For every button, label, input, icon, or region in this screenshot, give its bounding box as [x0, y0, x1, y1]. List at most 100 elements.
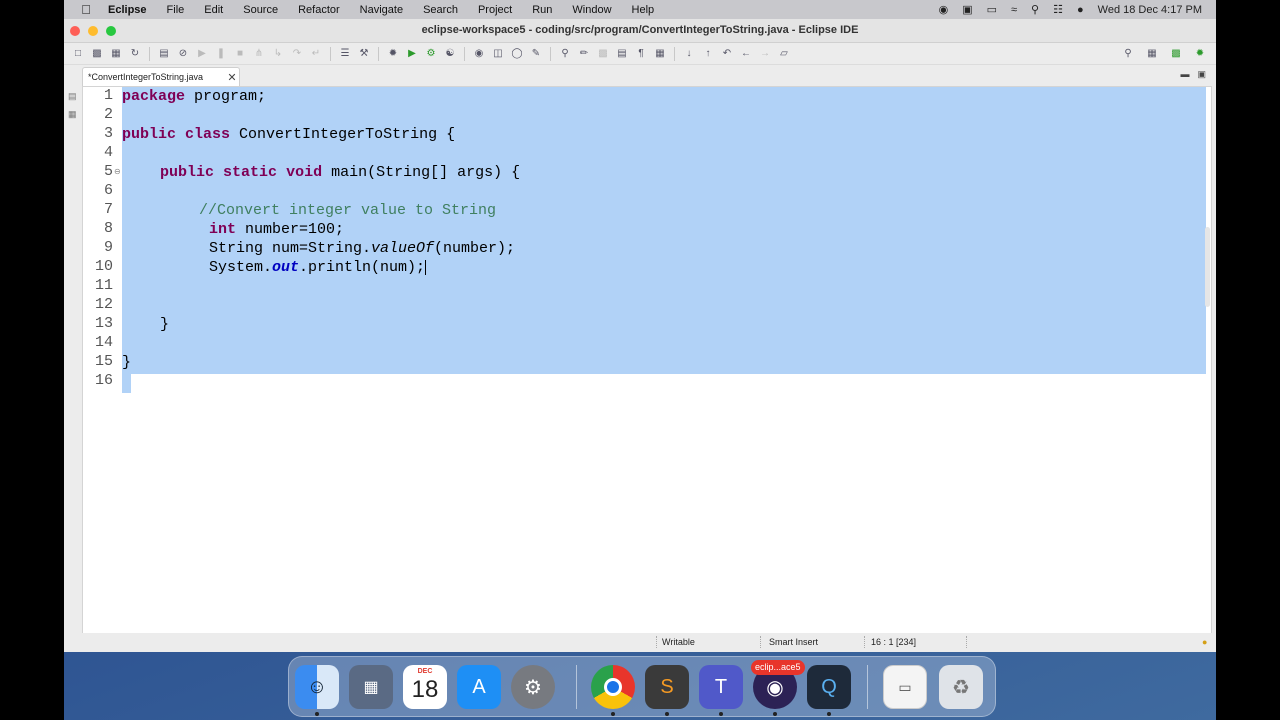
window-title-bar: eclipse-workspace5 - coding/src/program/… [64, 19, 1216, 43]
new-java-project-icon[interactable]: ◉ [471, 46, 487, 62]
apple-menu-icon[interactable]:  [64, 2, 108, 17]
new-class-icon[interactable]: ◯ [509, 46, 525, 62]
open-task-icon[interactable]: ✎ [528, 46, 544, 62]
menu-help[interactable]: Help [622, 4, 665, 16]
open-type-icon[interactable]: ☰ [337, 46, 353, 62]
toolbar-divider [330, 46, 331, 61]
last-edit-location-icon[interactable]: ↶ [719, 46, 735, 62]
tools-icon[interactable]: ⚒ [356, 46, 372, 62]
system-preferences-icon[interactable]: ⚙ [511, 665, 555, 709]
new-icon[interactable]: □ [70, 46, 86, 62]
skip-breakpoints-icon[interactable]: ⊘ [175, 46, 191, 62]
code-area[interactable]: package program; public class ConvertInt… [122, 87, 1206, 634]
toolbar-divider [464, 46, 465, 61]
fold-collapse-icon[interactable]: ⊖ [114, 167, 121, 176]
control-center-icon[interactable]: ☷ [1053, 3, 1063, 16]
code-text: main(String[] args) { [322, 164, 521, 181]
record-icon[interactable]: ◉ [939, 3, 949, 16]
menu-window[interactable]: Window [562, 4, 621, 16]
terminal-icon[interactable]: ▤ [156, 46, 172, 62]
menu-search[interactable]: Search [413, 4, 468, 16]
forward-icon[interactable]: → [757, 46, 773, 62]
teams-icon[interactable]: T [699, 665, 743, 709]
debug-perspective-icon[interactable]: ✹ [1192, 46, 1208, 62]
step-into-icon[interactable]: ↳ [270, 46, 286, 62]
wifi-icon[interactable]: ≈ [1011, 4, 1017, 16]
calendar-month: DEC [417, 668, 433, 675]
save-all-icon[interactable]: ▦ [108, 46, 124, 62]
search-tool-icon[interactable]: ⚲ [557, 46, 573, 62]
menu-project[interactable]: Project [468, 4, 522, 16]
restore-icon[interactable]: ▤ [68, 91, 77, 102]
app-menu[interactable]: Eclipse [108, 4, 157, 16]
status-divider [656, 636, 657, 648]
menu-bar:  Eclipse File Edit Source Refactor Navi… [64, 0, 1216, 19]
sublime-text-icon[interactable]: S [645, 665, 689, 709]
code-editor[interactable]: 1 2 3 4 5 6 7 8 9 10 11 12 13 14 15 16 ⊖ package program… [82, 86, 1212, 635]
run-icon[interactable]: ▶ [404, 46, 420, 62]
terminate-icon[interactable]: ■ [232, 46, 248, 62]
show-whitespace-icon[interactable]: ¶ [633, 46, 649, 62]
java-perspective-icon[interactable]: ▩ [1168, 46, 1184, 62]
save-icon[interactable]: ▩ [89, 46, 105, 62]
toolbar-divider [149, 46, 150, 61]
menu-navigate[interactable]: Navigate [350, 4, 413, 16]
previous-annotation-icon[interactable]: ↑ [700, 46, 716, 62]
word-wrap-icon[interactable]: ▤ [614, 46, 630, 62]
calendar-icon[interactable]: DEC 18 [403, 665, 447, 709]
coverage-icon[interactable]: ⚙ [423, 46, 439, 62]
refresh-icon[interactable]: ↻ [127, 46, 143, 62]
code-line-8: int number=100; [209, 220, 344, 239]
mark-occurrences-icon[interactable]: ✏ [576, 46, 592, 62]
maximize-view-icon[interactable]: ▣ [1197, 69, 1206, 80]
new-package-icon[interactable]: ◫ [490, 46, 506, 62]
close-tab-icon[interactable]: ✕ [225, 71, 239, 84]
back-icon[interactable]: ← [738, 46, 754, 62]
disconnect-icon[interactable]: ⋔ [251, 46, 267, 62]
battery-icon[interactable]: ▭ [987, 3, 997, 16]
text-selection [122, 374, 131, 393]
toolbar-divider [550, 46, 551, 61]
pin-editor-icon[interactable]: ▱ [776, 46, 792, 62]
spotlight-search-icon[interactable]: ⚲ [1031, 3, 1039, 16]
external-tools-icon[interactable]: ☯ [442, 46, 458, 62]
toolbar-divider [378, 46, 379, 61]
search-icon[interactable]: ⚲ [1120, 46, 1136, 62]
chrome-icon[interactable] [591, 665, 635, 709]
breadcrumb-icon[interactable]: ▦ [652, 46, 668, 62]
menu-run[interactable]: Run [522, 4, 562, 16]
step-return-icon[interactable]: ↵ [308, 46, 324, 62]
menu-file[interactable]: File [157, 4, 195, 16]
resume-icon[interactable]: ▶ [194, 46, 210, 62]
keyword: int [209, 221, 237, 238]
launchpad-icon[interactable]: ▦ [349, 665, 393, 709]
finder-icon[interactable]: ☺ [295, 665, 339, 709]
package-explorer-icon[interactable]: ▦ [68, 109, 77, 120]
app-store-icon[interactable]: A [457, 665, 501, 709]
tip-icon[interactable]: ● [1202, 637, 1207, 647]
vertical-scrollbar[interactable] [1205, 227, 1210, 307]
code-text: number=100; [236, 221, 345, 238]
block-selection-icon[interactable]: ▩ [595, 46, 611, 62]
keyword: static [223, 164, 278, 181]
running-indicator [773, 712, 777, 716]
next-annotation-icon[interactable]: ↓ [681, 46, 697, 62]
status-divider [966, 636, 967, 648]
menu-refactor[interactable]: Refactor [288, 4, 350, 16]
debug-icon[interactable]: ✹ [385, 46, 401, 62]
suspend-icon[interactable]: ❚ [213, 46, 229, 62]
menu-source[interactable]: Source [233, 4, 288, 16]
quicktime-icon[interactable]: Q [807, 665, 851, 709]
display-icon[interactable]: ▣ [962, 3, 972, 16]
insert-mode-status[interactable]: Smart Insert [769, 637, 818, 647]
clock[interactable]: Wed 18 Dec 4:17 PM [1098, 4, 1202, 16]
code-line-13: } [160, 316, 170, 333]
menu-edit[interactable]: Edit [194, 4, 233, 16]
minimize-view-icon[interactable]: ▬ [1180, 69, 1189, 80]
trash-icon[interactable]: ♻ [939, 665, 983, 709]
editor-tab[interactable]: *ConvertIntegerToString.java ✕ [82, 67, 240, 86]
open-perspective-icon[interactable]: ▦ [1144, 46, 1160, 62]
step-over-icon[interactable]: ↷ [289, 46, 305, 62]
siri-icon[interactable]: ● [1077, 4, 1084, 16]
minimized-window-icon[interactable]: ▭ [883, 665, 927, 709]
